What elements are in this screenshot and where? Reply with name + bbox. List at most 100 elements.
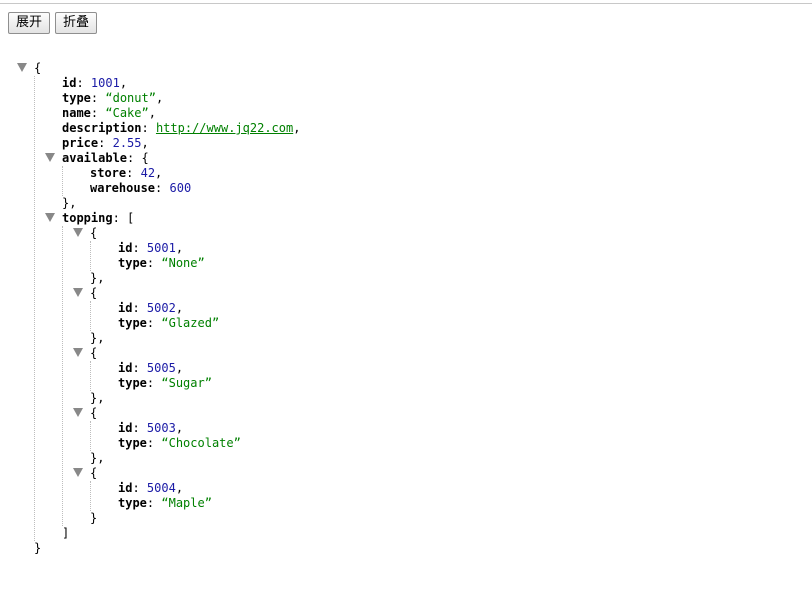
json-key: type [118,496,147,510]
open-delimiter: { [90,346,98,360]
json-string-value: Chocolate [168,436,234,450]
json-line: } [34,541,41,556]
colon: : [132,301,140,315]
indent-guide [90,241,91,271]
json-line: type: “Maple” [118,496,212,511]
quote-close: ” [211,316,220,330]
json-number-value: 5005 [146,361,176,375]
json-viewer: {id: 1001, type: “donut”, name: “Cake”, des… [0,0,812,608]
colon: : [90,91,99,105]
json-key: id [118,481,133,495]
json-number-value: 5004 [146,481,176,495]
json-number-value: 1001 [90,76,120,90]
colon: : [127,151,135,165]
comma: , [175,241,184,255]
indent-guide [34,76,35,541]
comma: , [175,361,184,375]
colon: : [146,316,155,330]
indent-guide [90,361,91,391]
json-key: type [118,376,147,390]
json-key: description [62,121,142,135]
comma: , [293,121,301,135]
json-key: available [62,151,128,165]
quote-close: ” [233,436,241,450]
json-string-value: Cake [112,106,142,120]
json-line: topping: [ [62,211,134,226]
colon: : [90,106,99,120]
quote-open: “ [161,436,169,450]
json-line: id: 5001, [118,241,183,256]
json-key: type [118,436,147,450]
json-line: warehouse: 600 [90,181,191,196]
colon: : [146,376,155,390]
json-line: type: “None” [118,256,205,271]
open-delimiter: { [90,406,98,420]
json-number-value: 5002 [146,301,176,315]
colon: : [132,481,140,495]
colon: : [132,421,140,435]
json-string-value: donut [112,91,149,105]
collapse-toggle-icon[interactable] [45,153,55,162]
collapse-toggle-icon[interactable] [73,348,83,357]
colon: : [141,121,149,135]
json-line: { [90,226,97,241]
json-link-value[interactable]: http://www.jq22.com [156,121,293,135]
json-line: description: http://www.jq22.com, [62,121,300,136]
json-string-value: Sugar [168,376,205,390]
json-key: store [90,166,127,180]
json-key: type [118,316,147,330]
json-line: name: “Cake”, [62,106,156,121]
quote-close: ” [148,91,156,105]
json-number-value: 5001 [146,241,176,255]
json-string-value: Glazed [168,316,212,330]
json-string-value: None [168,256,198,270]
json-key: id [118,241,133,255]
json-key: id [118,301,133,315]
comma: , [175,301,184,315]
json-line: id: 5002, [118,301,183,316]
json-line: } [90,511,97,526]
json-line: id: 5005, [118,361,183,376]
quote-close: ” [197,256,205,270]
colon: : [126,166,134,180]
json-key: topping [62,211,113,225]
indent-guide [62,166,63,196]
collapse-toggle-icon[interactable] [73,228,83,237]
json-line: { [34,61,41,76]
collapse-toggle-icon[interactable] [73,288,83,297]
collapse-toggle-icon[interactable] [45,213,55,222]
json-line: { [90,286,97,301]
colon: : [98,136,106,150]
json-line: { [90,406,97,421]
quote-open: “ [161,496,169,510]
json-line: type: “Glazed” [118,316,219,331]
json-line: ] [62,526,69,541]
comma: , [155,91,164,105]
close-delimiter: ] [62,526,70,540]
collapse-toggle-icon[interactable] [17,63,27,72]
json-line: }, [90,451,104,466]
close-delimiter: } [34,541,42,555]
json-line: id: 1001, [62,76,127,91]
open-delimiter: { [34,61,42,75]
collapse-toggle-icon[interactable] [73,408,83,417]
collapse-toggle-icon[interactable] [73,468,83,477]
quote-open: “ [105,91,113,105]
json-line: }, [90,391,104,406]
comma: , [175,421,184,435]
indent-guide [62,226,63,526]
json-key: id [118,361,133,375]
open-delimiter: { [90,226,98,240]
json-line: type: “Sugar” [118,376,212,391]
quote-close: ” [204,376,212,390]
json-key: warehouse [90,181,156,195]
quote-close: ” [204,496,212,510]
json-line: type: “Chocolate” [118,436,241,451]
json-line: store: 42, [90,166,162,181]
open-delimiter: { [141,151,149,165]
colon: : [132,241,140,255]
comma: , [97,331,105,345]
quote-open: “ [161,376,169,390]
json-line: type: “donut”, [62,91,163,106]
comma: , [155,166,163,180]
